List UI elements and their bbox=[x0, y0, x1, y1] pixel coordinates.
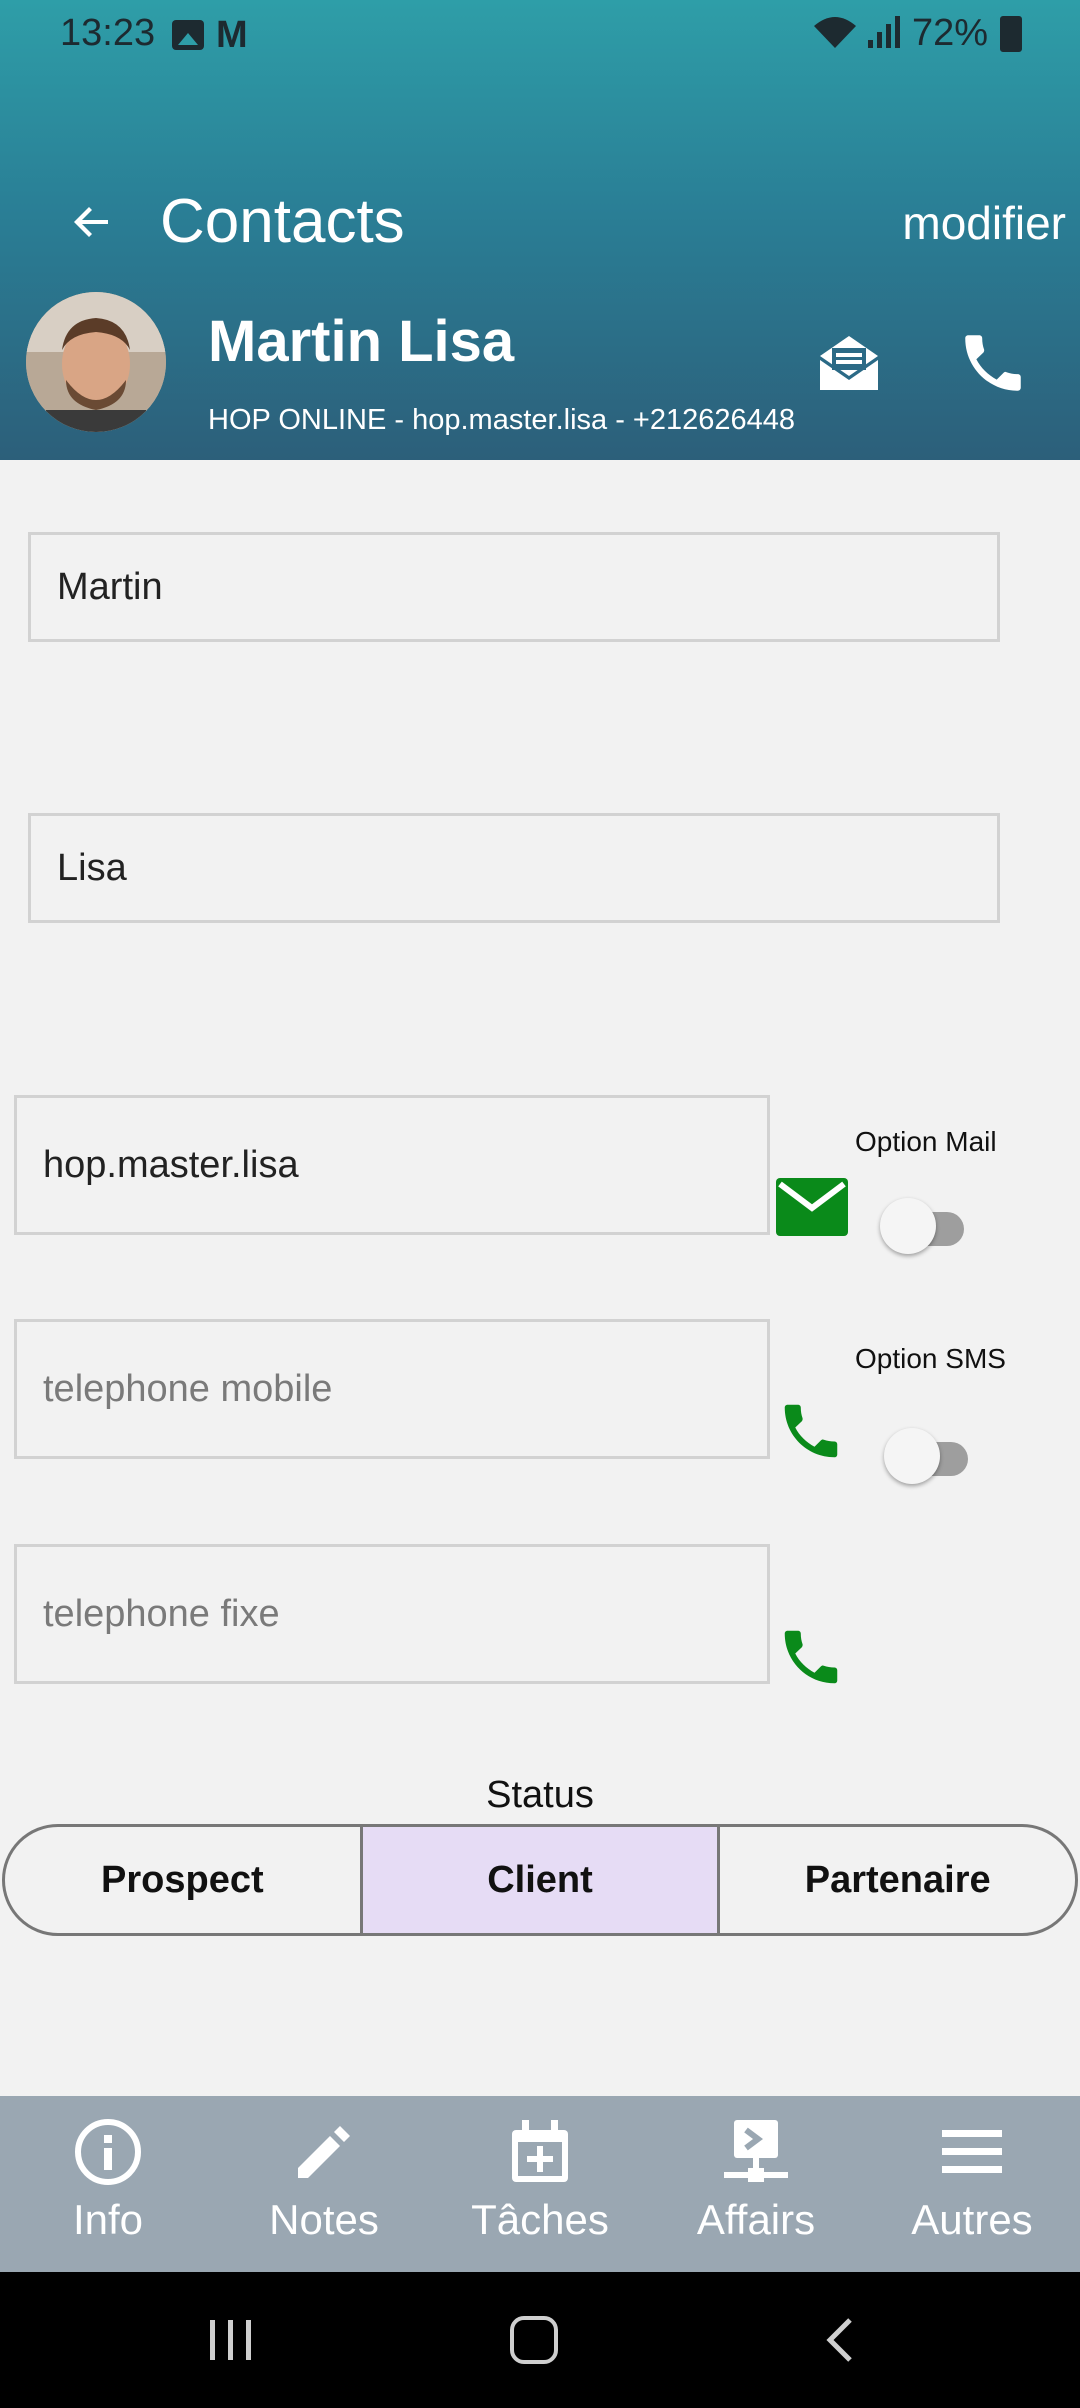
signal-icon bbox=[868, 16, 900, 48]
last-name-field[interactable] bbox=[28, 532, 1000, 642]
contact-name: Martin Lisa bbox=[208, 309, 515, 374]
calendar-add-icon bbox=[512, 2120, 568, 2182]
status-time: 13:23 bbox=[60, 12, 156, 54]
landline-phone-icon[interactable] bbox=[776, 1622, 846, 1692]
avatar bbox=[26, 292, 166, 432]
option-mail-label: Option Mail bbox=[855, 1126, 997, 1157]
app-header: 13:23 M 72% Contacts modifier Martin Lis… bbox=[0, 0, 1080, 460]
home-icon[interactable] bbox=[510, 2316, 558, 2364]
option-sms-toggle[interactable] bbox=[884, 1428, 976, 1484]
nav-label: Notes bbox=[269, 2196, 379, 2243]
last-name-input[interactable] bbox=[57, 565, 997, 609]
nav-label: Tâches bbox=[471, 2196, 609, 2243]
recents-icon[interactable] bbox=[206, 2316, 256, 2364]
avatar-photo bbox=[26, 292, 166, 432]
toggle-thumb bbox=[884, 1428, 940, 1484]
back-button[interactable] bbox=[60, 190, 124, 254]
mobile-input[interactable] bbox=[43, 1367, 767, 1411]
status-segmented-control: Prospect Client Partenaire bbox=[2, 1824, 1078, 1936]
network-icon bbox=[724, 2120, 788, 2182]
wifi-icon bbox=[814, 17, 856, 48]
gallery-icon bbox=[172, 20, 204, 50]
option-sms-label: Option SMS bbox=[855, 1343, 1006, 1374]
battery-icon bbox=[1000, 16, 1022, 52]
pencil-icon bbox=[298, 2126, 350, 2178]
arrow-left-icon bbox=[74, 207, 108, 237]
nav-item-taches[interactable]: Tâches bbox=[432, 2096, 648, 2272]
status-option-partenaire[interactable]: Partenaire bbox=[720, 1827, 1075, 1933]
status-title: Status bbox=[486, 1774, 594, 1816]
info-icon bbox=[75, 2119, 141, 2185]
nav-label: Autres bbox=[911, 2196, 1033, 2243]
nav-label: Info bbox=[72, 2196, 144, 2243]
nav-item-autres[interactable]: Autres bbox=[864, 2096, 1080, 2272]
option-mail-toggle[interactable] bbox=[880, 1198, 972, 1254]
system-back-icon[interactable] bbox=[820, 2316, 860, 2364]
system-navigation-bar bbox=[0, 2272, 1080, 2408]
phone-icon bbox=[965, 335, 1021, 391]
mobile-field[interactable] bbox=[14, 1319, 770, 1459]
status-bar: 13:23 M 72% bbox=[0, 0, 1080, 70]
edit-button[interactable]: modifier bbox=[902, 196, 1066, 250]
first-name-field[interactable] bbox=[28, 813, 1000, 923]
menu-icon bbox=[942, 2130, 1002, 2173]
bottom-navigation: Info Notes Tâches Affairs Autres bbox=[0, 2096, 1080, 2272]
email-icon[interactable] bbox=[776, 1178, 848, 1236]
landline-input[interactable] bbox=[43, 1592, 767, 1636]
nav-item-notes[interactable]: Notes bbox=[216, 2096, 432, 2272]
page-title: Contacts bbox=[160, 187, 405, 256]
call-button[interactable] bbox=[956, 326, 1030, 400]
toggle-thumb bbox=[880, 1198, 936, 1254]
status-option-client[interactable]: Client bbox=[359, 1827, 721, 1933]
status-option-prospect[interactable]: Prospect bbox=[5, 1827, 360, 1933]
first-name-input[interactable] bbox=[57, 846, 997, 890]
nav-label: Affairs bbox=[696, 2196, 816, 2243]
nav-item-info[interactable]: Info bbox=[0, 2096, 216, 2272]
nav-item-affairs[interactable]: Affairs bbox=[648, 2096, 864, 2272]
email-input[interactable] bbox=[43, 1143, 767, 1187]
landline-field[interactable] bbox=[14, 1544, 770, 1684]
battery-level: 72% bbox=[912, 12, 989, 54]
mobile-phone-icon[interactable] bbox=[776, 1396, 846, 1466]
send-email-button[interactable] bbox=[812, 326, 886, 400]
contact-subtitle: HOP ONLINE - hop.master.lisa - +21262644… bbox=[208, 404, 796, 436]
email-open-icon bbox=[820, 336, 878, 390]
email-field[interactable] bbox=[14, 1095, 770, 1235]
gmail-icon: M bbox=[216, 14, 248, 56]
